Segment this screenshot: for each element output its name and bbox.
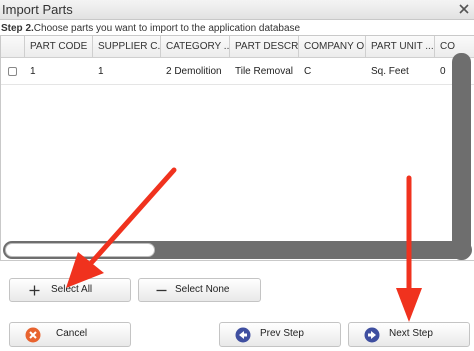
cell-company: C xyxy=(304,66,312,77)
plus-icon xyxy=(29,285,40,296)
select-none-label: Select None xyxy=(175,284,230,295)
column-header-company[interactable]: COMPANY O... xyxy=(299,36,366,58)
parts-grid: PART CODE SUPPLIER C... CATEGORY ... PAR… xyxy=(0,35,474,261)
column-header-category[interactable]: CATEGORY ... xyxy=(161,36,230,58)
cell-part-unit: Sq. Feet xyxy=(371,66,409,77)
window-title: Import Parts xyxy=(2,2,73,17)
select-all-label: Select All xyxy=(51,284,93,295)
cancel-circle-icon xyxy=(25,327,41,343)
minus-icon xyxy=(156,289,167,292)
step-instruction: Step 2.Choose parts you want to import t… xyxy=(1,23,300,34)
step-label: Step 2. xyxy=(1,23,34,34)
next-step-label: Next Step xyxy=(389,328,433,339)
cancel-label: Cancel xyxy=(56,328,88,339)
next-step-button[interactable]: Next Step xyxy=(348,322,470,347)
column-header-part-description[interactable]: PART DESCR... xyxy=(230,36,299,58)
cell-supplier-code: 1 xyxy=(98,66,104,77)
window-titlebar: Import Parts xyxy=(0,0,474,20)
cancel-button[interactable]: Cancel xyxy=(9,322,131,347)
select-none-button[interactable]: Select None xyxy=(138,278,261,302)
prev-step-label: Prev Step xyxy=(260,328,304,339)
column-header-supplier-code[interactable]: SUPPLIER C... xyxy=(93,36,161,58)
grid-header-row: PART CODE SUPPLIER C... CATEGORY ... PAR… xyxy=(1,36,474,58)
select-all-button[interactable]: Select All xyxy=(9,278,131,302)
step-text: Choose parts you want to import to the a… xyxy=(33,23,301,34)
column-header-part-unit[interactable]: PART UNIT ... xyxy=(366,36,435,58)
table-row[interactable]: 1 1 2 Demolition Tile Removal C Sq. Feet… xyxy=(1,59,474,85)
row-checkbox[interactable] xyxy=(8,67,17,76)
cell-part-description: Tile Removal xyxy=(235,66,293,77)
horizontal-scrollbar[interactable] xyxy=(3,241,472,259)
cell-category: 2 Demolition xyxy=(166,66,222,77)
cell-part-code: 1 xyxy=(30,66,36,77)
arrow-right-circle-icon xyxy=(364,327,380,343)
close-icon[interactable] xyxy=(458,3,470,15)
horizontal-scrollbar-thumb[interactable] xyxy=(5,243,155,257)
header-checkbox-column xyxy=(1,36,25,58)
column-header-part-code[interactable]: PART CODE xyxy=(25,36,93,58)
arrow-left-circle-icon xyxy=(235,327,251,343)
prev-step-button[interactable]: Prev Step xyxy=(219,322,341,347)
vertical-scrollbar[interactable] xyxy=(452,53,471,260)
